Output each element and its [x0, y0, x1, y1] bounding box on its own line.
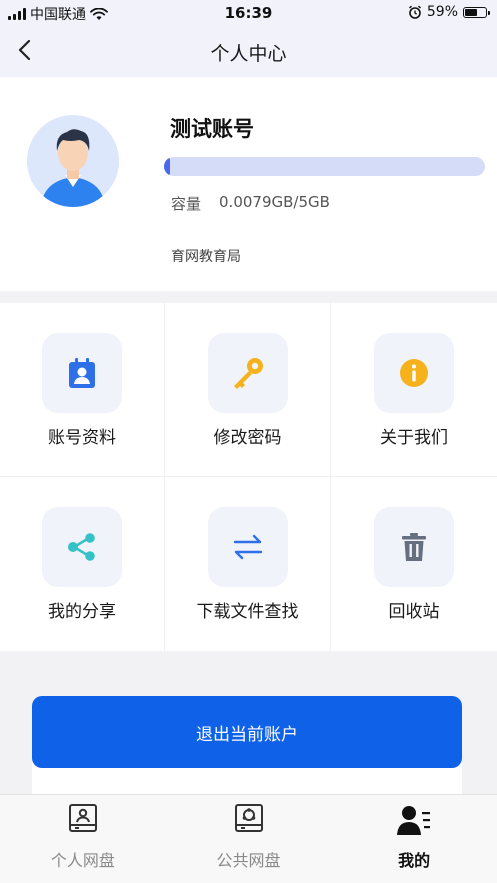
info-icon: [400, 359, 428, 387]
username: 测试账号: [170, 117, 254, 141]
personal-disk-icon: [68, 804, 97, 832]
menu-tile: [42, 507, 122, 587]
menu-tile: [207, 333, 288, 413]
logout-button[interactable]: 退出当前账户: [32, 696, 462, 768]
user-avatar-icon: [27, 115, 119, 207]
profile-menu-icon: [397, 806, 431, 835]
key-icon: [233, 358, 263, 389]
organization-name: 育网教育局: [171, 249, 241, 265]
tab-mine[interactable]: 我的: [331, 795, 497, 883]
capacity-value: 0.0079GB/5GB: [219, 193, 330, 211]
menu-tile: [374, 507, 454, 587]
tab-personal-disk[interactable]: 个人网盘: [0, 795, 166, 883]
alarm-icon: [408, 5, 421, 19]
status-bar: 中国联通 16:39 59%: [0, 0, 497, 26]
menu-item-label: 我的分享: [48, 602, 116, 622]
page-title: 个人中心: [210, 43, 287, 65]
contact-card-icon: [69, 358, 95, 388]
status-right: 59%: [408, 4, 490, 20]
menu-grid: 账号资料 修改密码 关于我们 我的分享 下载文件查找 回收站: [0, 303, 497, 651]
top-bar: 中国联通 16:39 59% 个人中心: [0, 0, 497, 77]
menu-item-label: 下载文件查找: [196, 602, 299, 622]
menu-item-download-search[interactable]: 下载文件查找: [165, 477, 331, 651]
menu-item-label: 关于我们: [380, 428, 448, 448]
avatar[interactable]: [27, 115, 119, 207]
tab-bar: 个人网盘 公共网盘 我的: [0, 794, 497, 883]
tab-label: 我的: [398, 851, 431, 870]
transfer-arrows-icon: [233, 534, 262, 560]
menu-item-label: 回收站: [388, 602, 440, 622]
tab-label: 公共网盘: [216, 851, 281, 870]
profile-card: 测试账号 容量 0.0079GB/5GB 育网教育局: [0, 77, 497, 291]
menu-item-about-us[interactable]: 关于我们: [331, 303, 497, 477]
capacity-bar: [164, 157, 485, 176]
menu-tile: [374, 333, 454, 413]
menu-item-change-password[interactable]: 修改密码: [165, 303, 331, 477]
menu-item-my-shares[interactable]: 我的分享: [0, 477, 165, 651]
menu-tile: [42, 333, 122, 413]
tab-label: 个人网盘: [50, 851, 115, 870]
capacity-info: 容量 0.0079GB/5GB: [171, 193, 330, 214]
nav-bar: 个人中心: [0, 26, 497, 77]
battery-icon: [463, 6, 490, 18]
tab-public-disk[interactable]: 公共网盘: [166, 795, 332, 883]
capacity-label: 容量: [171, 195, 202, 213]
trash-icon: [402, 533, 426, 561]
capacity-bar-fill: [164, 157, 170, 176]
menu-item-label: 修改密码: [213, 428, 282, 448]
menu-tile: [207, 507, 288, 587]
battery-percent: 59%: [426, 4, 458, 20]
menu-item-label: 账号资料: [48, 428, 116, 448]
public-disk-icon: [234, 804, 263, 832]
menu-item-recycle-bin[interactable]: 回收站: [331, 477, 497, 651]
share-icon: [68, 533, 95, 561]
menu-item-account-info[interactable]: 账号资料: [0, 303, 165, 477]
